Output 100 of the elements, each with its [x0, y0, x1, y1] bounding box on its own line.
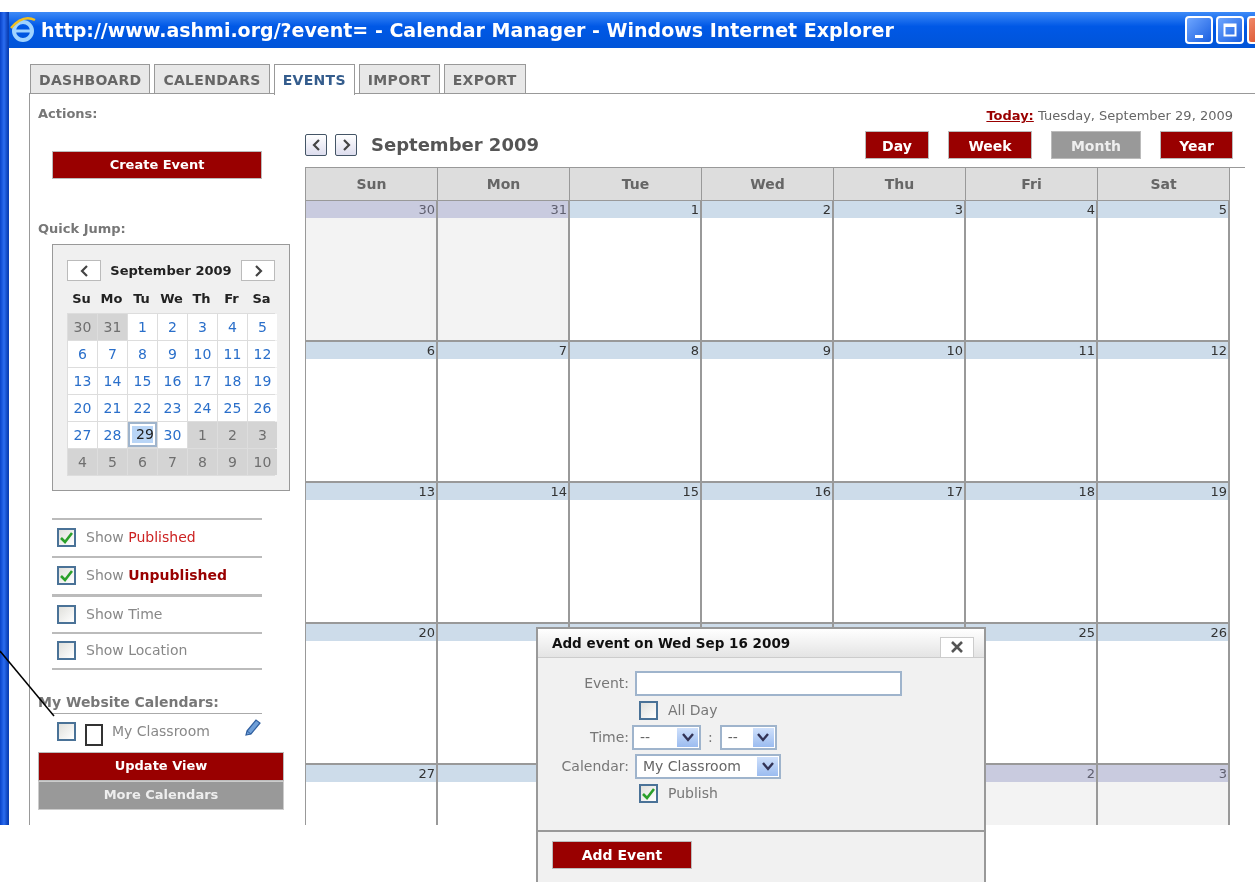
close-button[interactable]	[940, 636, 974, 658]
day-cell[interactable]: 12	[1098, 341, 1230, 483]
checkbox-label[interactable]: Publish	[668, 783, 718, 804]
mini-calendar-day[interactable]: 20	[68, 394, 97, 421]
minute-select[interactable]: --	[719, 725, 777, 750]
day-cell[interactable]: 1	[570, 200, 702, 342]
mini-calendar-day[interactable]: 7	[158, 448, 187, 475]
create-event-button[interactable]: Create Event	[52, 150, 262, 179]
mini-calendar-day[interactable]: 30	[68, 313, 97, 340]
tab[interactable]: EVENTS	[273, 64, 355, 95]
view-button[interactable]: Week	[948, 130, 1032, 159]
mini-calendar-day[interactable]: 2	[218, 421, 247, 448]
hour-select[interactable]: --	[632, 725, 701, 750]
checkbox[interactable]	[57, 641, 76, 660]
tab[interactable]: IMPORT	[358, 64, 440, 93]
mini-calendar-day[interactable]: 1	[188, 421, 217, 448]
mini-calendar-day[interactable]: 11	[218, 340, 247, 367]
day-cell[interactable]: 11	[966, 341, 1098, 483]
checkbox[interactable]	[57, 528, 76, 547]
mini-calendar-day[interactable]: 23	[158, 394, 187, 421]
mini-calendar-day[interactable]: 24	[188, 394, 217, 421]
today-link[interactable]: Today:	[986, 108, 1034, 123]
day-cell[interactable]: 10	[834, 341, 966, 483]
mini-calendar-day[interactable]: 10	[248, 448, 277, 475]
mini-calendar-day[interactable]: 14	[98, 367, 127, 394]
day-cell[interactable]: 3	[834, 200, 966, 342]
mini-calendar-day[interactable]: 1	[128, 313, 157, 340]
day-cell[interactable]: 7	[438, 341, 570, 483]
mini-calendar-day[interactable]: 4	[68, 448, 97, 475]
mini-calendar-day[interactable]: 25	[218, 394, 247, 421]
checkbox[interactable]	[57, 604, 76, 624]
next-month-button[interactable]	[335, 133, 357, 156]
filter-label[interactable]: Show Unpublished	[86, 565, 227, 586]
day-cell[interactable]: 31	[438, 200, 570, 342]
mini-calendar-day[interactable]: 3	[188, 313, 217, 340]
day-cell[interactable]: 14	[438, 482, 570, 624]
day-cell[interactable]: 18	[966, 482, 1098, 624]
next-month-button[interactable]	[241, 260, 275, 281]
mini-calendar-day[interactable]: 7	[98, 340, 127, 367]
day-cell[interactable]: 16	[702, 482, 834, 624]
day-cell[interactable]: 8	[570, 341, 702, 483]
checkbox[interactable]	[639, 701, 658, 720]
minimize-button[interactable]	[1185, 16, 1213, 44]
previous-month-button[interactable]	[305, 133, 327, 156]
mini-calendar-day[interactable]: 16	[158, 367, 187, 394]
mini-calendar-day[interactable]: 26	[248, 394, 277, 421]
event-input[interactable]	[635, 671, 902, 696]
mini-calendar-day[interactable]: 31	[98, 313, 127, 340]
mini-calendar-day[interactable]: 18	[218, 367, 247, 394]
filter-label[interactable]: Show Time	[86, 603, 163, 625]
day-cell[interactable]: 17	[834, 482, 966, 624]
mini-calendar-day[interactable]: 4	[218, 313, 247, 340]
view-button[interactable]: Day	[865, 130, 929, 159]
mini-calendar-day[interactable]: 12	[248, 340, 277, 367]
tab[interactable]: CALENDARS	[154, 64, 270, 93]
day-cell[interactable]: 2	[702, 200, 834, 342]
mini-calendar-day[interactable]: 6	[68, 340, 97, 367]
mini-calendar-day[interactable]: 22	[128, 394, 157, 421]
mini-calendar-day[interactable]: 19	[248, 367, 277, 394]
mini-calendar-day[interactable]: 29	[128, 421, 157, 447]
mini-calendar-day[interactable]: 13	[68, 367, 97, 394]
mini-calendar-day[interactable]: 9	[218, 448, 247, 475]
filter-label[interactable]: Show Location	[86, 640, 188, 661]
mini-calendar-day[interactable]: 30	[158, 421, 187, 448]
day-cell[interactable]: 26	[1098, 623, 1230, 765]
checkbox[interactable]	[639, 784, 658, 803]
mini-calendar-day[interactable]: 17	[188, 367, 217, 394]
tab[interactable]: EXPORT	[443, 64, 526, 93]
mini-calendar-day[interactable]: 27	[68, 421, 97, 448]
view-button[interactable]: Year	[1160, 130, 1233, 159]
mini-calendar-day[interactable]: 15	[128, 367, 157, 394]
pencil-icon[interactable]	[244, 717, 262, 736]
day-cell[interactable]: 15	[570, 482, 702, 624]
maximize-button[interactable]	[1216, 16, 1244, 44]
checkbox[interactable]	[57, 721, 76, 741]
checkbox[interactable]	[57, 566, 76, 585]
day-cell[interactable]: 19	[1098, 482, 1230, 624]
mini-calendar-day[interactable]: 8	[128, 340, 157, 367]
add-event-button[interactable]: Add Event	[552, 841, 692, 869]
day-cell[interactable]: 20	[306, 623, 438, 765]
checkbox-label[interactable]: All Day	[668, 700, 718, 721]
mini-calendar-day[interactable]: 10	[188, 340, 217, 367]
day-cell[interactable]: 9	[702, 341, 834, 483]
day-cell[interactable]: 13	[306, 482, 438, 624]
day-cell[interactable]: 6	[306, 341, 438, 483]
mini-calendar-day[interactable]: 21	[98, 394, 127, 421]
mini-calendar-day[interactable]: 5	[98, 448, 127, 475]
calendar-select[interactable]: My Classroom	[635, 754, 781, 779]
mini-calendar-day[interactable]: 28	[98, 421, 127, 448]
day-cell[interactable]: 3	[1098, 764, 1230, 825]
update-view-button[interactable]: Update View	[38, 751, 284, 781]
day-cell[interactable]: 30	[306, 200, 438, 342]
tab[interactable]: DASHBOARD	[30, 64, 151, 93]
mini-calendar-day[interactable]: 2	[158, 313, 187, 340]
day-cell[interactable]: 27	[306, 764, 438, 825]
day-cell[interactable]: 4	[966, 200, 1098, 342]
mini-calendar-day[interactable]: 3	[248, 421, 277, 448]
mini-calendar-day[interactable]: 5	[248, 313, 277, 340]
mini-calendar-day[interactable]: 9	[158, 340, 187, 367]
day-cell[interactable]: 5	[1098, 200, 1230, 342]
